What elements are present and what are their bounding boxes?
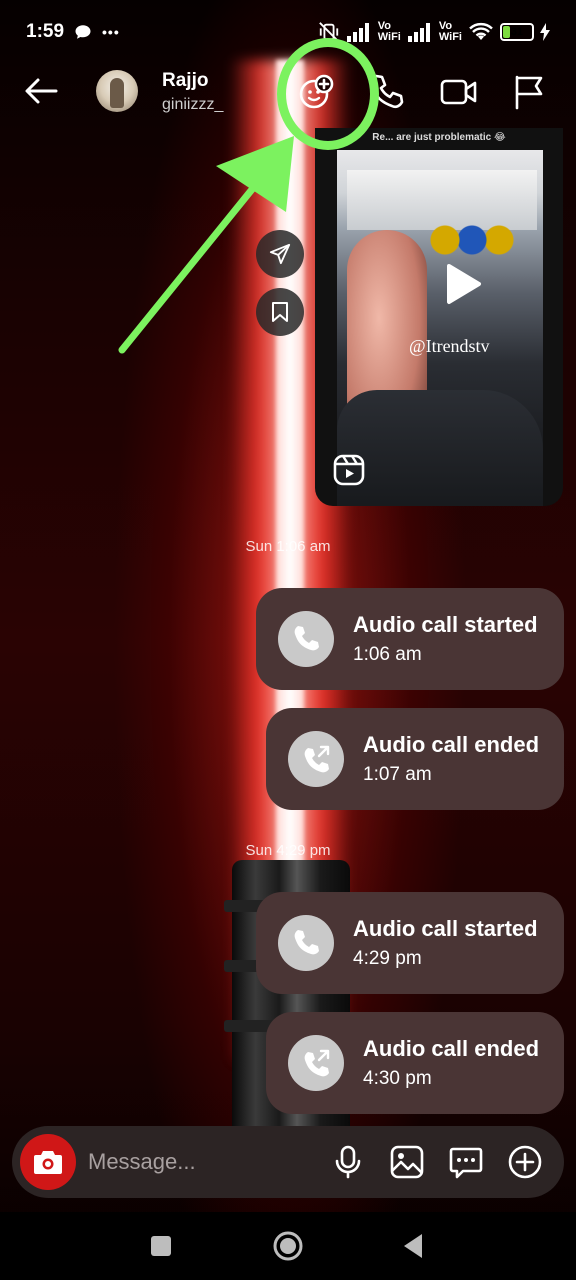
status-more-dots: ••• bbox=[102, 24, 120, 40]
contact-name[interactable]: Rajjo bbox=[162, 70, 208, 92]
microphone-icon[interactable] bbox=[330, 1144, 366, 1180]
status-bar: 1:59 ••• Vo WiFi Vo WiFi 31 bbox=[0, 0, 576, 64]
camera-button[interactable] bbox=[20, 1134, 76, 1190]
gallery-icon[interactable] bbox=[389, 1144, 425, 1180]
call-title: Audio call started bbox=[353, 916, 538, 941]
back-arrow-icon[interactable] bbox=[22, 72, 60, 110]
video-call-icon[interactable] bbox=[439, 72, 479, 112]
vowifi-badge: Vo WiFi bbox=[377, 20, 401, 43]
call-title: Audio call ended bbox=[363, 732, 540, 757]
call-log-bubble[interactable]: Audio call started 1:06 am bbox=[256, 588, 564, 690]
call-title: Audio call started bbox=[353, 612, 538, 637]
phone-icon bbox=[294, 930, 319, 955]
vowifi-badge: Vo WiFi bbox=[438, 20, 462, 43]
recents-icon[interactable] bbox=[143, 1228, 179, 1264]
reels-icon bbox=[333, 454, 365, 486]
status-time: 1:59 bbox=[26, 21, 65, 42]
message-composer bbox=[12, 1126, 564, 1198]
home-icon[interactable] bbox=[270, 1228, 306, 1264]
plus-icon[interactable] bbox=[507, 1144, 543, 1180]
reel-thumbnail[interactable]: @Itrendstv bbox=[337, 150, 543, 506]
shared-reel[interactable]: Re... are just problematic 😂 @Itrendstv bbox=[315, 128, 563, 506]
avatar[interactable] bbox=[96, 70, 138, 112]
call-time: 4:30 pm bbox=[363, 1068, 432, 1089]
phone-outgoing-icon bbox=[304, 744, 331, 773]
call-time: 1:06 am bbox=[353, 644, 422, 665]
flag-icon[interactable] bbox=[510, 72, 550, 112]
call-log-bubble[interactable]: Audio call ended 1:07 am bbox=[266, 708, 564, 810]
battery-level: 31 bbox=[510, 26, 524, 38]
call-time: 4:29 pm bbox=[353, 948, 422, 969]
call-log-bubble[interactable]: Audio call started 4:29 pm bbox=[256, 892, 564, 994]
call-icon-circle bbox=[288, 1035, 344, 1091]
battery-indicator: 31 bbox=[500, 23, 534, 41]
timestamp: Sun 1:06 am bbox=[245, 538, 331, 555]
play-icon[interactable] bbox=[437, 260, 485, 308]
call-time: 1:07 am bbox=[363, 764, 432, 785]
wifi-icon bbox=[469, 22, 493, 40]
phone-outgoing-icon bbox=[304, 1048, 331, 1077]
sticker-icon[interactable] bbox=[448, 1144, 484, 1180]
call-title: Audio call ended bbox=[363, 1036, 540, 1061]
call-icon-circle bbox=[288, 731, 344, 787]
timestamp: Sun 4:29 pm bbox=[245, 842, 331, 859]
charging-icon bbox=[540, 23, 550, 41]
reel-watermark: @Itrendstv bbox=[409, 336, 490, 356]
back-icon[interactable] bbox=[396, 1228, 432, 1264]
signal-icon bbox=[346, 23, 369, 42]
camera-icon bbox=[34, 1151, 62, 1174]
annotation-arrow bbox=[118, 136, 294, 354]
phone-icon bbox=[294, 626, 319, 651]
call-log-bubble[interactable]: Audio call ended 4:30 pm bbox=[266, 1012, 564, 1114]
battery-fill bbox=[503, 26, 511, 38]
system-nav-bar bbox=[0, 1212, 576, 1280]
call-icon-circle bbox=[278, 915, 334, 971]
chat-bubble-icon bbox=[75, 25, 91, 39]
message-input[interactable] bbox=[88, 1144, 318, 1180]
call-icon-circle bbox=[278, 611, 334, 667]
contact-username[interactable]: giniizzz_ bbox=[162, 96, 223, 114]
signal-icon bbox=[407, 23, 430, 42]
